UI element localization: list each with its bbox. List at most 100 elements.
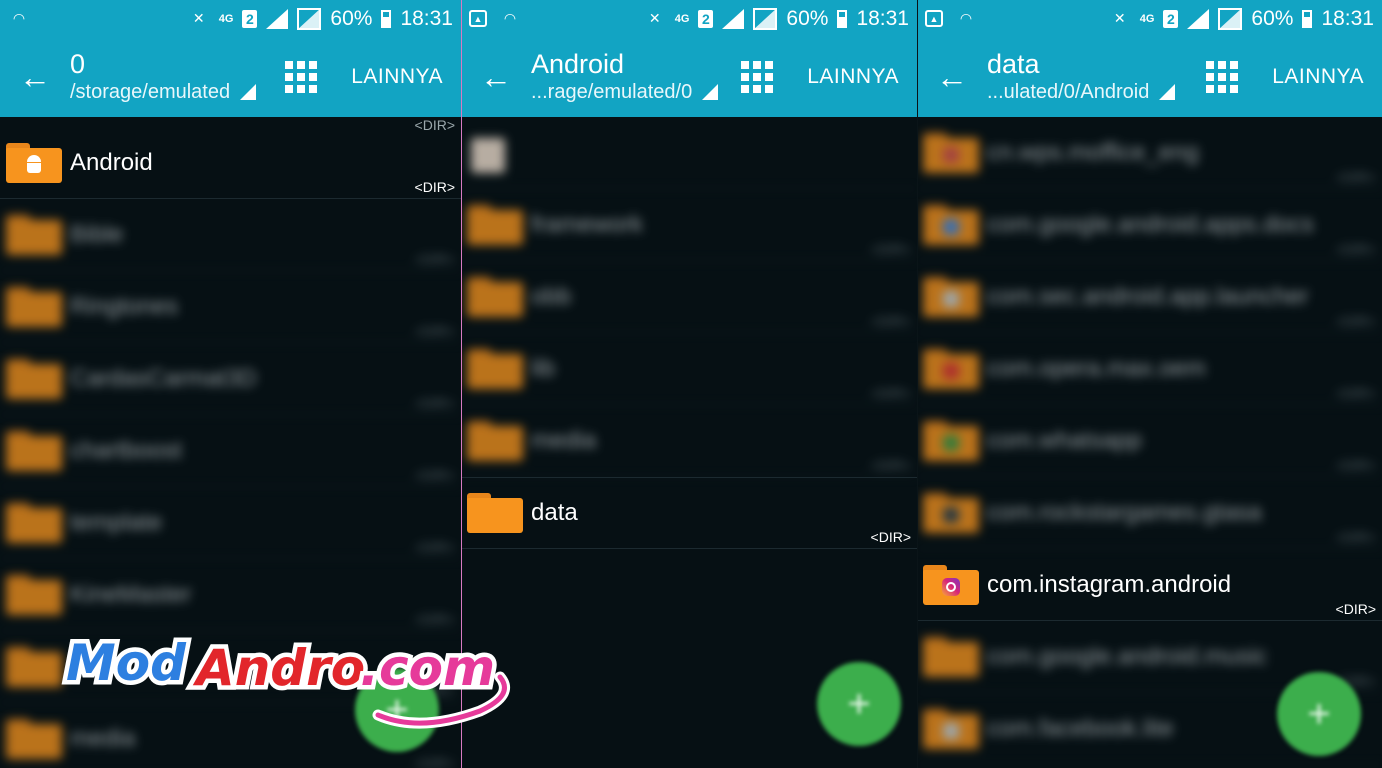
item-name: com.rockstargames.gtasa <box>987 498 1262 526</box>
item-name: com.facebook.lite <box>987 714 1174 742</box>
list-item[interactable] <box>461 117 917 189</box>
app-bar: ← data ...ulated/0/Android LAINNYA <box>917 37 1382 117</box>
folder-icon <box>467 204 523 245</box>
list-item[interactable]: obb <DIR> <box>461 261 917 333</box>
signal-icon <box>722 8 745 29</box>
list-item[interactable]: com.opera.max.oem <DIR> <box>917 333 1382 405</box>
battery-icon <box>381 9 392 28</box>
dir-label: <DIR> <box>414 179 455 195</box>
more-menu-button[interactable]: LAINNYA <box>1272 65 1364 89</box>
screen-data: ▲ ◠ ✕ 4G 2 60% 18:31 ← data ...ulated/0/… <box>917 0 1382 768</box>
list-item[interactable]: com.rockstargames.gtasa <DIR> <box>917 477 1382 549</box>
item-name: media <box>531 426 597 454</box>
item-name: Ringtones <box>70 292 179 320</box>
list-item[interactable]: chartboost <DIR> <box>0 415 461 487</box>
item-name: obb <box>531 282 572 310</box>
file-list: cn.wps.moffice_eng <DIR> com.google.andro… <box>917 117 1382 765</box>
path-label: ...rage/emulated/0 <box>531 81 693 103</box>
watermark-andro: Andro <box>192 639 365 697</box>
item-name: cn.wps.moffice_eng <box>987 138 1199 166</box>
folder-icon <box>6 718 62 759</box>
page-title: data <box>987 49 1040 79</box>
list-item[interactable]: com.google.android.apps.docs <DIR> <box>917 189 1382 261</box>
grid-view-icon[interactable] <box>1206 61 1239 93</box>
back-arrow-icon[interactable]: ← <box>461 59 531 96</box>
back-arrow-icon[interactable]: ← <box>917 59 987 96</box>
item-name: com.google.android.music <box>987 642 1268 670</box>
status-bar: ▲ ◠ ✕ 4G 2 60% 18:31 <box>917 0 1382 37</box>
list-item[interactable]: template <DIR> <box>0 487 461 559</box>
folder-icon <box>6 358 62 399</box>
more-menu-button[interactable]: LAINNYA <box>351 65 443 89</box>
folder-icon <box>6 502 62 543</box>
dir-label: <DIR> <box>1335 241 1376 257</box>
item-name: CardasCarmat3D <box>70 364 257 392</box>
list-item[interactable]: CardasCarmat3D <DIR> <box>0 343 461 415</box>
item-name: com.whatsapp <box>987 426 1142 454</box>
folder-icon <box>923 420 979 461</box>
dir-label: <DIR> <box>870 529 911 545</box>
status-bar: ◠ ✕ 4G 2 60% 18:31 <box>0 0 461 37</box>
path-dropdown[interactable]: ...ulated/0/Android <box>987 79 1196 105</box>
clock: 18:31 <box>400 6 453 30</box>
clock: 18:31 <box>1321 6 1374 30</box>
dir-label: <DIR> <box>414 395 455 411</box>
file-list: framework <DIR> obb <DIR> lib <DIR> media <D… <box>461 117 917 549</box>
add-fab-button[interactable]: + <box>1277 672 1361 756</box>
app-bar: ← 0 /storage/emulated LAINNYA <box>0 37 461 117</box>
add-fab-button[interactable]: + <box>817 662 901 746</box>
watermark-mod: Mod <box>66 634 187 692</box>
list-item[interactable]: cn.wps.moffice_eng <DIR> <box>917 117 1382 189</box>
battery-percent: 60% <box>786 6 829 30</box>
signal-icon <box>266 8 289 29</box>
folder-icon <box>923 132 979 173</box>
item-name: com.instagram.android <box>987 570 1232 598</box>
dir-label: <DIR> <box>1335 601 1376 617</box>
dir-label: <DIR> <box>414 251 455 267</box>
list-item[interactable]: data <DIR> <box>461 477 917 549</box>
folder-icon <box>923 276 979 317</box>
sim-badge: 2 <box>698 9 714 28</box>
path-label: ...ulated/0/Android <box>987 81 1150 103</box>
item-name: com.opera.max.oem <box>987 354 1206 382</box>
list-item[interactable]: KineMaster <DIR> <box>0 559 461 631</box>
dir-label: <DIR> <box>414 467 455 483</box>
list-item[interactable]: lib <DIR> <box>461 333 917 405</box>
dir-label: <DIR> <box>414 539 455 555</box>
page-title: Android <box>531 49 625 79</box>
dir-label: <DIR> <box>414 755 455 768</box>
dir-label: <DIR> <box>414 323 455 339</box>
list-item[interactable]: media <DIR> <box>461 405 917 477</box>
more-menu-button[interactable]: LAINNYA <box>807 65 899 89</box>
grid-view-icon[interactable] <box>741 61 774 93</box>
list-item[interactable]: Android <DIR> <box>0 127 461 199</box>
dir-label: <DIR> <box>1335 385 1376 401</box>
folder-icon <box>6 142 62 183</box>
path-label: /storage/emulated <box>70 81 231 103</box>
path-dropdown[interactable]: /storage/emulated <box>70 79 275 105</box>
list-item[interactable]: framework <DIR> <box>461 189 917 261</box>
dir-label: <DIR> <box>1335 313 1376 329</box>
item-name: com.sec.android.app.launcher <box>987 282 1309 310</box>
item-name: KineMaster <box>70 580 192 608</box>
list-item[interactable]: Bible <DIR> <box>0 199 461 271</box>
battery-percent: 60% <box>1251 6 1294 30</box>
wifi-icon: ◠ <box>12 10 26 26</box>
dir-label: <DIR> <box>870 241 911 257</box>
list-item[interactable]: com.whatsapp <DIR> <box>917 405 1382 477</box>
clock: 18:31 <box>856 6 909 30</box>
dir-label: <DIR> <box>1335 169 1376 185</box>
folder-icon <box>467 276 523 317</box>
item-name: chartboost <box>70 436 183 464</box>
list-item[interactable]: Ringtones <DIR> <box>0 271 461 343</box>
network-type: 4G <box>674 12 690 25</box>
grid-view-icon[interactable] <box>285 61 318 93</box>
item-name: template <box>70 508 163 536</box>
back-arrow-icon[interactable]: ← <box>0 59 70 96</box>
dir-label: <DIR> <box>1335 457 1376 473</box>
battery-icon <box>1302 9 1313 28</box>
list-item[interactable]: com.instagram.android <DIR> <box>917 549 1382 621</box>
list-item[interactable]: com.sec.android.app.launcher <DIR> <box>917 261 1382 333</box>
signal-frame-icon <box>1218 7 1243 30</box>
path-dropdown[interactable]: ...rage/emulated/0 <box>531 79 731 105</box>
